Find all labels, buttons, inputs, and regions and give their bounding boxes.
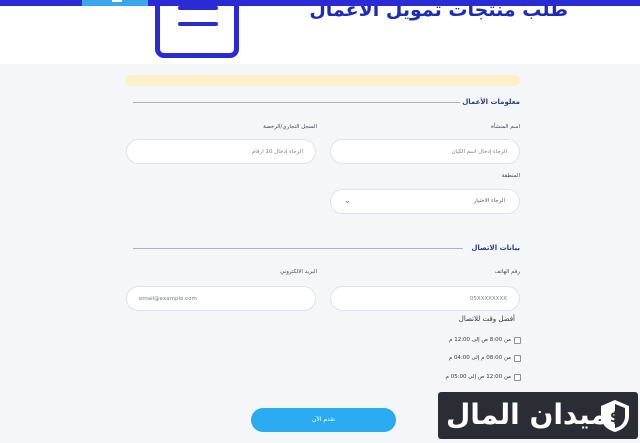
time-option-label: من 8:00 ص إلى 12:00 م: [449, 337, 511, 343]
best-time-label: أفضل وقت للاتصال: [458, 315, 515, 323]
org-name-label: اسم المنشأة: [490, 124, 520, 130]
time-option-label: من 12:00 ص إلى 05:00 م: [445, 374, 511, 380]
phone-label: رقم الهاتف: [494, 269, 520, 275]
page-title: طلب منتجات تمويل الأعمال: [309, 6, 568, 21]
region-label: المنطقة: [501, 173, 520, 179]
top-tab-indicator: [112, 0, 122, 2]
section-title-business: معلومات الأعمال: [462, 98, 520, 106]
notice-bar: [126, 75, 520, 86]
email-input[interactable]: [126, 286, 316, 311]
submit-button[interactable]: تقدم الآن: [251, 408, 396, 432]
cr-input[interactable]: [126, 139, 316, 164]
time-option-checkbox[interactable]: [514, 354, 521, 362]
email-label: البريد الالكتروني: [280, 269, 317, 275]
dollar-shield-icon: $: [601, 400, 629, 432]
time-option-row[interactable]: من 08:00 م إلى 04:00 م: [449, 353, 521, 363]
time-option-row[interactable]: من 12:00 ص إلى 05:00 م: [446, 372, 521, 382]
section-title-contact: بيانات الاتصال: [471, 244, 520, 252]
section-divider: [133, 248, 463, 249]
phone-input[interactable]: [330, 286, 520, 311]
region-select-value: الرجاء الاختيار: [473, 198, 505, 204]
time-option-label: من 08:00 م إلى 04:00 م: [448, 355, 511, 361]
cr-label: السجل التجاري/الرخصة: [263, 124, 317, 130]
chevron-down-icon: ⌄: [344, 196, 351, 205]
brand-name: ميدان المال: [446, 398, 608, 431]
svg-text:$: $: [610, 410, 620, 426]
region-select[interactable]: الرجاء الاختيار ⌄: [330, 189, 520, 214]
hero-banner: طلب منتجات تمويل الأعمال: [0, 6, 640, 64]
org-name-input[interactable]: [330, 139, 520, 164]
time-option-row[interactable]: من 8:00 ص إلى 12:00 م: [449, 335, 521, 345]
section-divider: [133, 102, 460, 103]
time-option-checkbox[interactable]: [514, 336, 521, 344]
brand-watermark: ميدان المال $: [438, 392, 638, 439]
time-option-checkbox[interactable]: [514, 373, 521, 381]
document-icon: [155, 6, 239, 58]
